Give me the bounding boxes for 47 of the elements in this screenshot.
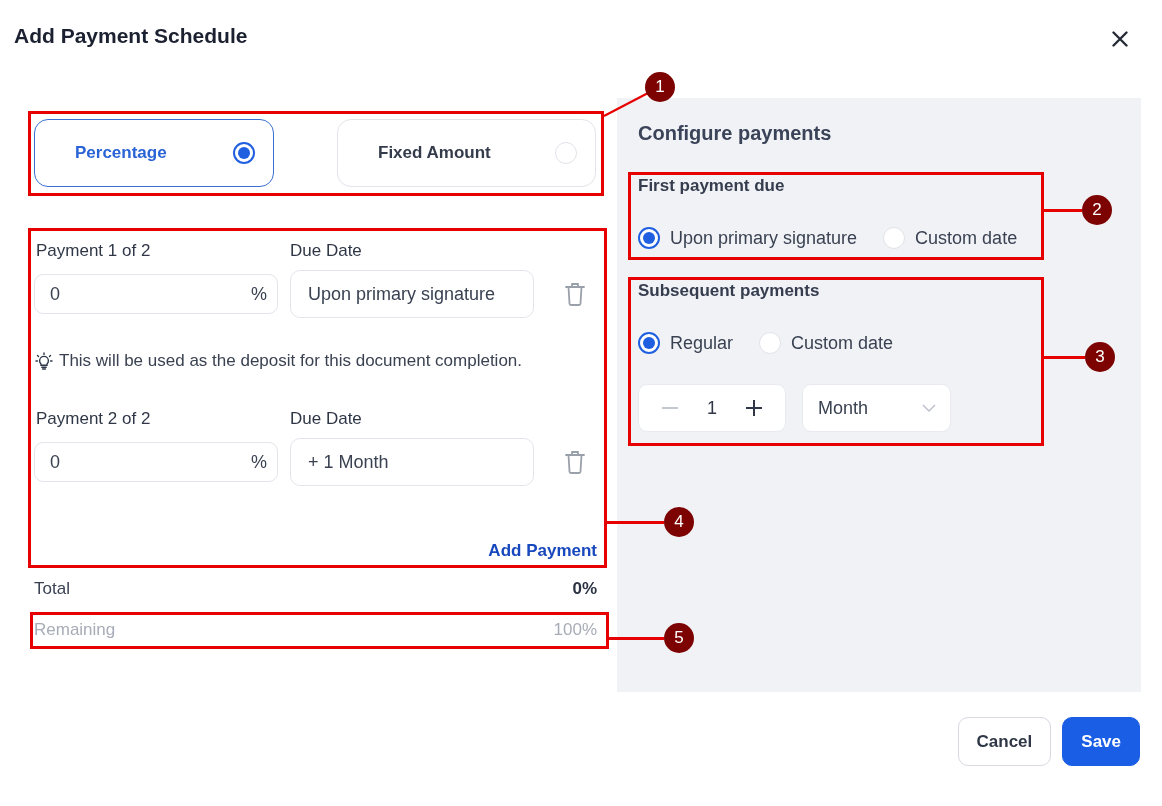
dialog-title: Add Payment Schedule [14, 23, 248, 49]
add-payment-link[interactable]: Add Payment [488, 541, 597, 561]
section-heading: Subsequent payments [638, 281, 821, 301]
radio-icon [233, 142, 255, 164]
trash-icon[interactable] [564, 282, 585, 306]
lightbulb-icon [35, 352, 53, 370]
deposit-note: This will be used as the deposit for this document completion. [59, 351, 523, 371]
plus-icon [746, 400, 762, 416]
secondary-button[interactable]: Cancel [957, 717, 1052, 766]
percent-field[interactable]: 0 % [34, 442, 278, 482]
stepper-field[interactable]: 1 [638, 384, 786, 432]
panel-title: Configure payments [638, 121, 833, 145]
due-date-label: Due Date [290, 409, 363, 429]
due-date-field[interactable]: + 1 Month [290, 438, 534, 486]
chevron-down-icon [922, 404, 936, 412]
close-icon[interactable] [1112, 31, 1128, 47]
remaining-value: 100% [553, 620, 597, 640]
field-value: 0 [50, 283, 60, 305]
radio-button[interactable] [638, 227, 660, 249]
percent-suffix: % [251, 283, 267, 305]
remaining-label: Remaining [34, 620, 116, 640]
total-label: Total [34, 579, 70, 599]
callout-number: 2 [1082, 195, 1112, 225]
radio-button[interactable] [638, 332, 660, 354]
trash-icon[interactable] [564, 450, 585, 474]
option-label: Regular [670, 332, 734, 354]
percent-suffix: % [251, 451, 267, 473]
section-heading: First payment due [638, 176, 786, 196]
payment-label: Payment 2 of 2 [35, 409, 152, 429]
amount-type-option[interactable]: Fixed Amount [337, 119, 596, 187]
stepper-value: 1 [707, 397, 717, 419]
total-value: 0% [572, 579, 597, 599]
callout-number: 3 [1085, 342, 1115, 372]
amount-type-option[interactable]: Percentage [34, 119, 274, 187]
percent-field[interactable]: 0 % [34, 274, 278, 314]
payment-label: Payment 1 of 2 [35, 241, 152, 261]
callout-number: 1 [645, 72, 675, 102]
radio-icon [555, 142, 577, 164]
option-label: Custom date [915, 227, 1018, 249]
field-value: 0 [50, 451, 60, 473]
minus-icon [662, 407, 678, 409]
primary-button[interactable]: Save [1062, 717, 1140, 766]
interval-unit-select[interactable]: Month [802, 384, 951, 432]
due-date-label: Due Date [290, 241, 363, 261]
due-date-field[interactable]: Upon primary signature [290, 270, 534, 318]
option-label: Upon primary signature [670, 227, 858, 249]
option-label: Custom date [791, 332, 894, 354]
